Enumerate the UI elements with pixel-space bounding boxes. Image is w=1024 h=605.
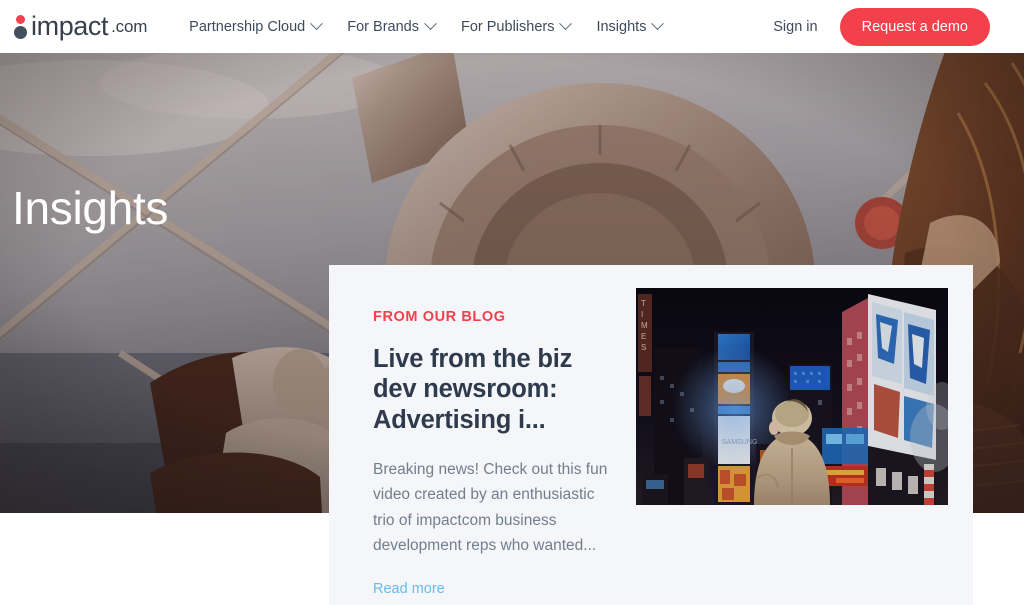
page-title: Insights — [12, 182, 169, 234]
main-navigation: Partnership Cloud For Brands For Publish… — [189, 17, 665, 35]
nav-item-label: For Publishers — [460, 18, 555, 35]
logo-wordmark: impact — [31, 11, 109, 41]
nav-item-label: Insights — [596, 18, 647, 35]
card-title[interactable]: Live from the biz dev newsroom: Advertis… — [373, 344, 612, 435]
nav-item-label: Partnership Cloud — [189, 18, 306, 35]
request-demo-button[interactable]: Request a demo — [839, 7, 990, 46]
card-eyebrow: FROM OUR BLOG — [373, 309, 506, 325]
nav-item-for-publishers[interactable]: For Publishers — [460, 17, 573, 35]
card-text-column: FROM OUR BLOG Live from the biz dev news… — [329, 265, 636, 605]
chevron-down-icon — [559, 17, 573, 31]
nav-item-insights[interactable]: Insights — [596, 17, 665, 35]
chevron-down-icon — [424, 17, 437, 31]
header-actions: Sign in Request a demo — [773, 7, 990, 46]
nav-item-label: For Brands — [347, 18, 419, 35]
chevron-down-icon — [310, 17, 324, 31]
sign-in-link[interactable]: Sign in — [773, 19, 817, 35]
chevron-down-icon — [651, 17, 665, 31]
nav-item-partnership-cloud[interactable]: Partnership Cloud — [189, 17, 324, 35]
impact-logo-icon — [14, 13, 27, 41]
read-more-link[interactable]: Read more — [373, 581, 445, 597]
card-excerpt: Breaking news! Check out this fun video … — [373, 461, 608, 554]
site-header: impact .com Partnership Cloud For Brands… — [0, 0, 1024, 53]
featured-blog-card[interactable]: FROM OUR BLOG Live from the biz dev news… — [329, 265, 973, 605]
card-thumbnail-image[interactable]: TIM ES SAMSUNG — [636, 288, 948, 505]
nav-item-for-brands[interactable]: For Brands — [347, 17, 437, 35]
logo-tld: .com — [111, 17, 148, 36]
brand-logo[interactable]: impact .com — [14, 13, 147, 41]
